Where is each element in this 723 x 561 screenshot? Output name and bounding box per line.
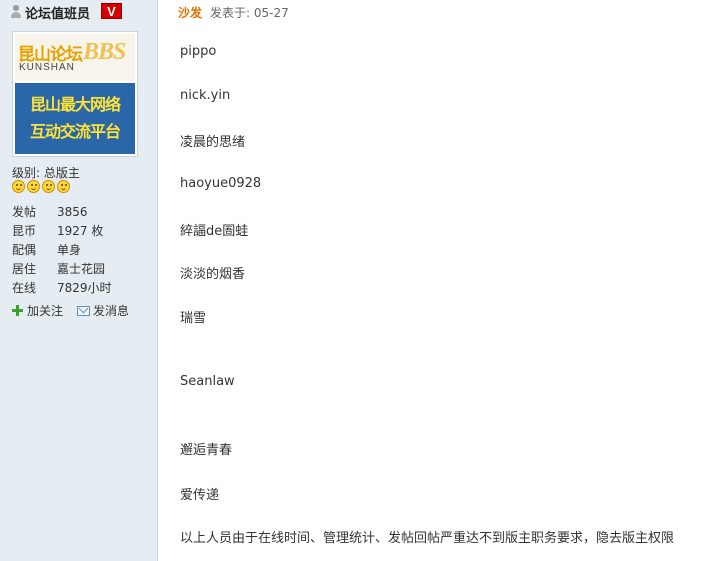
stat-posts: 发帖 3856 xyxy=(12,202,112,221)
smiley-icon xyxy=(57,180,70,193)
content-line: pippo xyxy=(180,44,217,59)
stat-value: 单身 xyxy=(57,243,82,257)
username-link[interactable]: 论坛值班员 xyxy=(25,3,90,22)
post-timestamp: 发表于: 05-27 xyxy=(210,6,289,20)
stat-label: 在线 xyxy=(12,281,37,295)
stat-residence: 居住 嘉士花园 xyxy=(12,259,112,278)
avatar[interactable]: 昆山论坛 KUNSHAN BBS 昆山最大网络 互动交流平台 xyxy=(12,31,138,157)
user-sidebar: 论坛值班员 V 昆山论坛 KUNSHAN BBS 昆山最大网络 互动交流平台 级… xyxy=(0,0,158,561)
content-line: Seanlaw xyxy=(180,374,235,389)
send-message-button[interactable]: 发消息 xyxy=(93,302,129,319)
user-stats: 发帖 3856 昆币 1927 枚 配偶 单身 居住 嘉士花园 在线 7829小… xyxy=(12,202,112,297)
avatar-logo-en: KUNSHAN xyxy=(19,62,75,73)
avatar-slogan-line: 昆山最大网络 xyxy=(29,95,121,114)
avatar-slogan-line: 互动交流平台 xyxy=(29,122,121,141)
avatar-slogan: 昆山最大网络 互动交流平台 xyxy=(15,83,135,154)
stat-value: 3856 xyxy=(57,204,88,219)
user-header: 论坛值班员 xyxy=(10,3,90,22)
content-line: 瑞雪 xyxy=(180,311,207,326)
content-line: nick.yin xyxy=(180,88,231,103)
follow-button[interactable]: 加关注 xyxy=(27,302,63,319)
content-line: 邂逅青春 xyxy=(180,443,233,458)
user-level: 级别: 总版主 xyxy=(12,166,80,180)
stat-value: 1927 枚 xyxy=(57,224,104,238)
stat-value: 7829小时 xyxy=(57,281,112,295)
mail-icon[interactable] xyxy=(77,305,91,316)
avatar-logo: 昆山论坛 KUNSHAN BBS xyxy=(15,34,135,81)
stat-online: 在线 7829小时 xyxy=(12,278,112,297)
post-meta: 沙发 发表于: 05-27 xyxy=(178,4,289,21)
content-line: 淡淡的烟香 xyxy=(180,267,246,282)
content-line: haoyue0928 xyxy=(180,176,262,191)
user-icon xyxy=(10,5,22,19)
stat-spouse: 配偶 单身 xyxy=(12,240,112,259)
avatar-logo-bbs: BBS xyxy=(83,39,126,65)
verified-badge: V xyxy=(101,3,122,19)
stat-label: 昆币 xyxy=(12,224,37,238)
stat-value: 嘉士花园 xyxy=(57,262,106,276)
content-line: 綷諨de圄蛙 xyxy=(180,224,249,239)
plus-icon[interactable] xyxy=(12,305,23,316)
post-main: 沙发 发表于: 05-27 pippo nick.yin 凌晨的思绪 haoyu… xyxy=(158,0,723,561)
post-author-link[interactable]: 沙发 xyxy=(178,4,202,21)
content-line: 爱传递 xyxy=(180,488,220,503)
level-icons xyxy=(12,180,72,196)
content-line: 以上人员由于在线时间、管理统计、发帖回帖严重达不到版主职务要求，隐去版主权限 xyxy=(180,531,675,546)
stat-label: 配偶 xyxy=(12,243,37,257)
stat-coins: 昆币 1927 枚 xyxy=(12,221,112,240)
smiley-icon xyxy=(27,180,40,193)
stat-label: 居住 xyxy=(12,262,37,276)
stat-label: 发帖 xyxy=(12,205,37,219)
content-line: 凌晨的思绪 xyxy=(180,135,246,150)
smiley-icon xyxy=(42,180,55,193)
smiley-icon xyxy=(12,180,25,193)
user-actions: 加关注 发消息 xyxy=(12,302,129,319)
